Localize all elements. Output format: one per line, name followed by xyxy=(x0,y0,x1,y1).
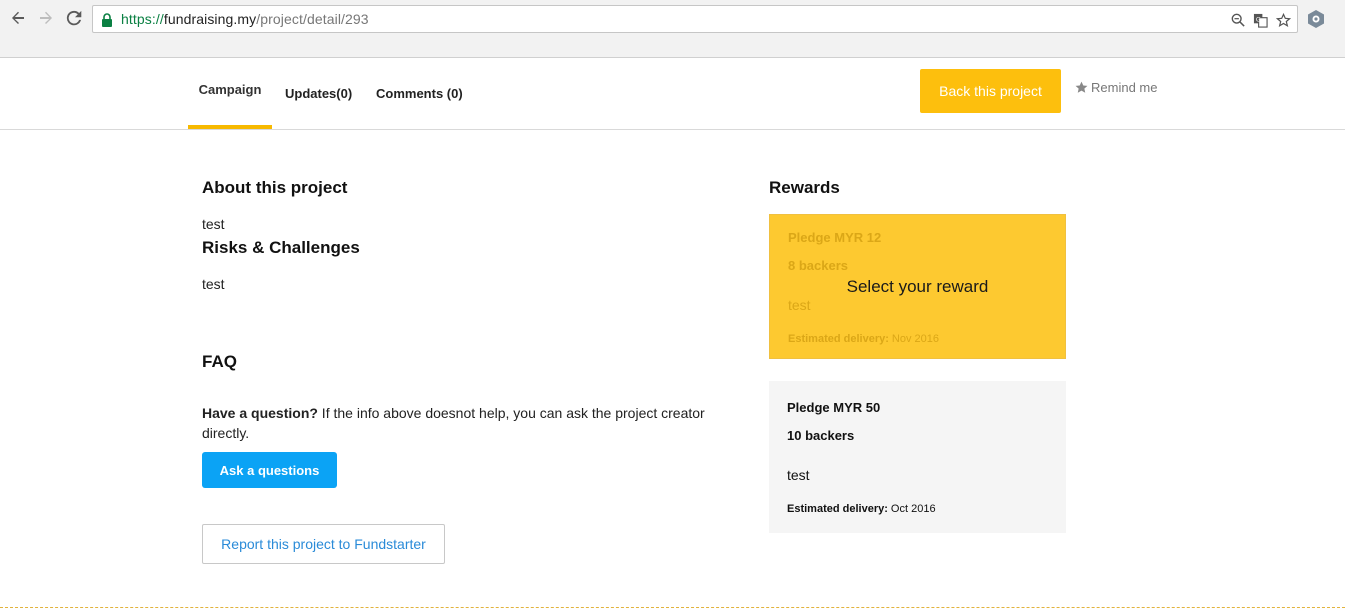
forward-arrow-icon[interactable] xyxy=(36,8,56,28)
reward-description: test xyxy=(788,297,811,313)
tab-campaign[interactable]: Campaign xyxy=(188,58,272,129)
risks-text: test xyxy=(202,276,225,292)
project-nav: Campaign Updates(0) Comments (0) Back th… xyxy=(0,58,1345,130)
tab-comments-label: Comments (0) xyxy=(376,86,463,101)
reward-pledge: Pledge MYR 50 xyxy=(787,400,881,415)
url-text: https://fundraising.my/project/detail/29… xyxy=(121,11,369,27)
reward-delivery: Estimated delivery: Oct 2016 xyxy=(787,503,936,515)
url-path: /project/detail/293 xyxy=(256,11,369,27)
reward-backers: 10 backers xyxy=(787,428,855,443)
about-title: About this project xyxy=(202,178,348,197)
browser-toolbar: https://fundraising.my/project/detail/29… xyxy=(0,0,1345,38)
remind-me-label: Remind me xyxy=(1091,80,1158,95)
tab-campaign-label: Campaign xyxy=(198,82,262,97)
reward-delivery: Estimated delivery: Nov 2016 xyxy=(788,333,939,345)
footer-divider xyxy=(0,607,1345,608)
extension-icon[interactable] xyxy=(1306,9,1326,29)
reward-backers: 8 backers xyxy=(788,258,848,273)
tab-comments[interactable]: Comments (0) xyxy=(376,58,466,129)
ask-question-button[interactable]: Ask a questions xyxy=(202,452,337,488)
rewards-title: Rewards xyxy=(769,178,840,197)
about-text: test xyxy=(202,216,225,232)
reward-delivery-label: Estimated delivery: xyxy=(787,503,888,515)
faq-title: FAQ xyxy=(202,352,237,371)
reward-card-selected[interactable]: Pledge MYR 12 8 backers test Estimated d… xyxy=(769,214,1066,359)
remind-me-link[interactable]: Remind me xyxy=(1075,80,1157,95)
back-this-project-button[interactable]: Back this project xyxy=(920,69,1061,113)
back-arrow-icon[interactable] xyxy=(8,8,28,28)
reward-delivery-value: Nov 2016 xyxy=(888,333,940,345)
star-icon xyxy=(1075,81,1088,93)
select-reward-overlay[interactable]: Select your reward xyxy=(770,277,1065,297)
reward-delivery-value: Oct 2016 xyxy=(887,503,936,515)
svg-text:G: G xyxy=(1255,16,1260,23)
tab-updates-label: Updates(0) xyxy=(285,86,353,101)
bookmark-star-icon[interactable] xyxy=(1274,11,1292,29)
url-scheme: https:// xyxy=(121,11,164,27)
lock-icon xyxy=(102,13,112,27)
report-project-button[interactable]: Report this project to Fundstarter xyxy=(202,524,445,564)
tab-updates[interactable]: Updates(0) xyxy=(285,58,353,129)
zoom-icon[interactable] xyxy=(1229,11,1247,29)
faq-description: Have a question? If the info above doesn… xyxy=(202,403,732,443)
address-bar[interactable]: https://fundraising.my/project/detail/29… xyxy=(92,5,1298,33)
reward-pledge: Pledge MYR 12 xyxy=(788,230,882,245)
reward-delivery-label: Estimated delivery: xyxy=(788,333,889,345)
url-host: fundraising.my xyxy=(163,11,257,27)
reward-description: test xyxy=(787,467,810,483)
risks-title: Risks & Challenges xyxy=(202,238,360,257)
reward-card[interactable]: Pledge MYR 50 10 backers test Estimated … xyxy=(769,381,1066,533)
bookmarks-bar xyxy=(0,38,1345,58)
reload-icon[interactable] xyxy=(64,8,84,28)
faq-question-bold: Have a question? xyxy=(202,405,318,421)
translate-icon[interactable]: G xyxy=(1251,11,1269,29)
